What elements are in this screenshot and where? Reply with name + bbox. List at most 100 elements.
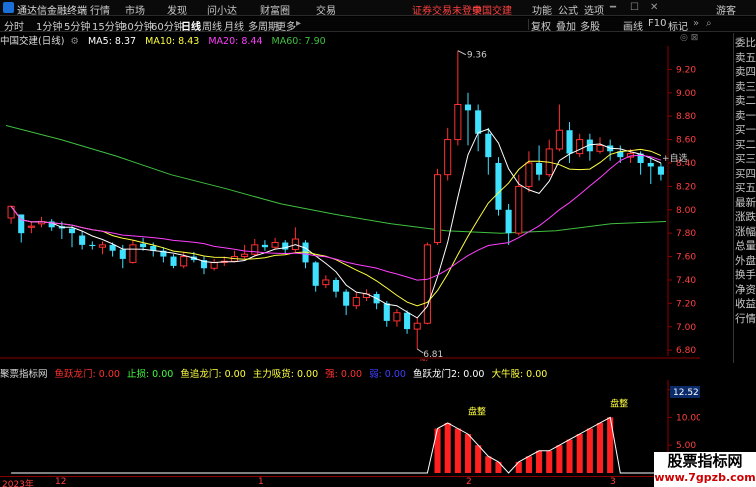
menu-function[interactable]: 功能 (532, 2, 552, 17)
period-15min[interactable]: 15分钟 (92, 18, 125, 33)
sub-bar (586, 428, 593, 473)
candlestick-chart[interactable]: 9.209.008.808.608.408.208.007.807.607.40… (0, 46, 700, 361)
side-panel-item[interactable]: 买一 (735, 122, 756, 137)
stock-alert[interactable]: 中国交建 (472, 2, 512, 17)
toolbar-divider (528, 19, 529, 30)
side-panel-item[interactable]: 涨幅 (735, 224, 756, 239)
next-icon[interactable]: » (693, 18, 699, 29)
btn-adjust[interactable]: 复权 (531, 18, 551, 33)
side-panel-item[interactable]: 卖一 (735, 108, 756, 123)
ma20-line (10, 154, 662, 281)
sub-bar (525, 456, 532, 473)
high-pointer (457, 50, 467, 56)
period-toolbar: 分时 1分钟 5分钟 15分钟 30分钟 60分钟 日线 周线 月线 多周期 更… (0, 17, 756, 33)
side-panel-item[interactable]: 换手 (735, 267, 756, 282)
period-60min[interactable]: 60分钟 (151, 18, 184, 33)
collapse-icon[interactable]: ◎ ⊠ (680, 33, 698, 43)
side-panel-item[interactable]: 总量 (735, 238, 756, 253)
period-1min[interactable]: 1分钟 (36, 18, 62, 33)
menu-market[interactable]: 市场 (125, 2, 145, 17)
candle-body-down (109, 244, 116, 251)
candle-body-up (27, 225, 35, 228)
period-intraday[interactable]: 分时 (4, 18, 24, 33)
sub-item: 止损: 0.00 (126, 369, 174, 380)
sub-indicator-chart[interactable]: 15.0010.005.00×百12.52盘整盘整 (0, 380, 700, 477)
candle-body-up (322, 279, 330, 286)
period-5min[interactable]: 5分钟 (64, 18, 90, 33)
side-panel-item[interactable]: 买三 (735, 151, 756, 166)
period-daily[interactable]: 日线 (181, 18, 201, 33)
sub-indicator-line: 聚票指标网 鱼跃龙门: 0.00 止损: 0.00 鱼追龙门: 0.00 主力吸… (0, 366, 700, 380)
search-icon[interactable]: ⌕ (706, 18, 712, 29)
candle-body-down (383, 303, 390, 321)
candle-body-down (647, 162, 654, 167)
side-panel-item[interactable]: 最新 (735, 195, 756, 210)
sub-bar (475, 445, 482, 473)
period-monthly[interactable]: 月线 (224, 18, 244, 33)
period-multi[interactable]: 多周期 (248, 18, 278, 33)
period-30min[interactable]: 30分钟 (121, 18, 154, 33)
axis-month: 2 (466, 477, 472, 487)
menu-discover[interactable]: 发现 (167, 2, 187, 17)
sub-bar (536, 450, 543, 473)
period-more[interactable]: 更多 (276, 18, 296, 33)
sub-indicator-name[interactable]: 聚票指标网 (0, 369, 48, 380)
maximize-icon[interactable]: ☐ (630, 2, 639, 13)
side-panel-item[interactable]: 净资 (735, 282, 756, 297)
menu-wealth[interactable]: 财富圈 (260, 2, 290, 17)
btn-multi-stock[interactable]: 多股 (580, 18, 600, 33)
axis-year: 2023年 (2, 480, 34, 487)
watermark-title: 股票指标网 (667, 452, 743, 470)
side-panel-item[interactable]: 外盘 (735, 253, 756, 268)
close-icon[interactable]: ✕ (650, 2, 658, 13)
menu-trade[interactable]: 交易 (316, 2, 336, 17)
candle-body-up (129, 244, 137, 263)
price-tick-label: 9.00 (676, 89, 696, 99)
side-panel-item[interactable]: 行情 (735, 311, 756, 326)
candle-body-down (464, 104, 472, 111)
btn-draw[interactable]: 画线 (623, 18, 643, 33)
menu-ask[interactable]: 问小达 (207, 2, 237, 17)
candle-body-down (657, 166, 664, 175)
side-panel-item[interactable]: 买四 (735, 166, 756, 181)
sub-bar (596, 422, 604, 473)
sub-bar (485, 456, 492, 473)
candle-body-down (261, 244, 268, 248)
candle-body-up (271, 242, 279, 248)
btn-overlay[interactable]: 叠加 (556, 18, 576, 33)
sub-bar (556, 445, 563, 473)
side-panel-item[interactable]: 委比 (735, 35, 756, 50)
candle-body-down (536, 162, 543, 175)
sub-item: 主力吸货: 0.00 (252, 369, 319, 380)
candle-body-down (404, 312, 411, 330)
candle-body-up (555, 129, 563, 150)
menu-quotes[interactable]: 行情 (90, 2, 110, 17)
guest-label[interactable]: 游客 (716, 2, 736, 17)
side-panel-item[interactable]: 买五 (735, 180, 756, 195)
side-panel-item[interactable]: 卖五 (735, 50, 756, 65)
side-panel-item[interactable]: 卖四 (735, 64, 756, 79)
price-tick-label: 7.20 (676, 299, 696, 309)
minimize-icon[interactable]: ━ (610, 2, 616, 13)
side-panel-item[interactable]: 涨跌 (735, 209, 756, 224)
candle-body-up (525, 162, 533, 187)
side-panel-item[interactable]: 卖二 (735, 93, 756, 108)
add-favorite-button[interactable]: +自选 (662, 151, 688, 164)
menu-options[interactable]: 选项 (584, 2, 604, 17)
candle-body-up (7, 205, 15, 219)
side-panel-item[interactable]: 收益 (735, 296, 756, 311)
btn-f10[interactable]: F10 (648, 18, 666, 29)
more-arrow-icon[interactable]: ▸ (296, 18, 301, 29)
sub-bar (434, 428, 441, 473)
btn-mark[interactable]: 标记 (668, 18, 688, 33)
watermark-url: www.7gpzb.com (654, 471, 756, 484)
date-axis: 2023年 12 1 2 3 (0, 476, 700, 487)
candle-body-down (332, 279, 340, 292)
period-weekly[interactable]: 周线 (202, 18, 222, 33)
side-panel-item[interactable]: 买二 (735, 137, 756, 152)
side-panel-item[interactable]: 卖三 (735, 79, 756, 94)
sub-item: 强: 0.00 (325, 369, 363, 380)
menu-formula[interactable]: 公式 (558, 2, 578, 17)
candle-body-down (566, 130, 573, 154)
price-tick-label: 7.80 (676, 229, 696, 239)
